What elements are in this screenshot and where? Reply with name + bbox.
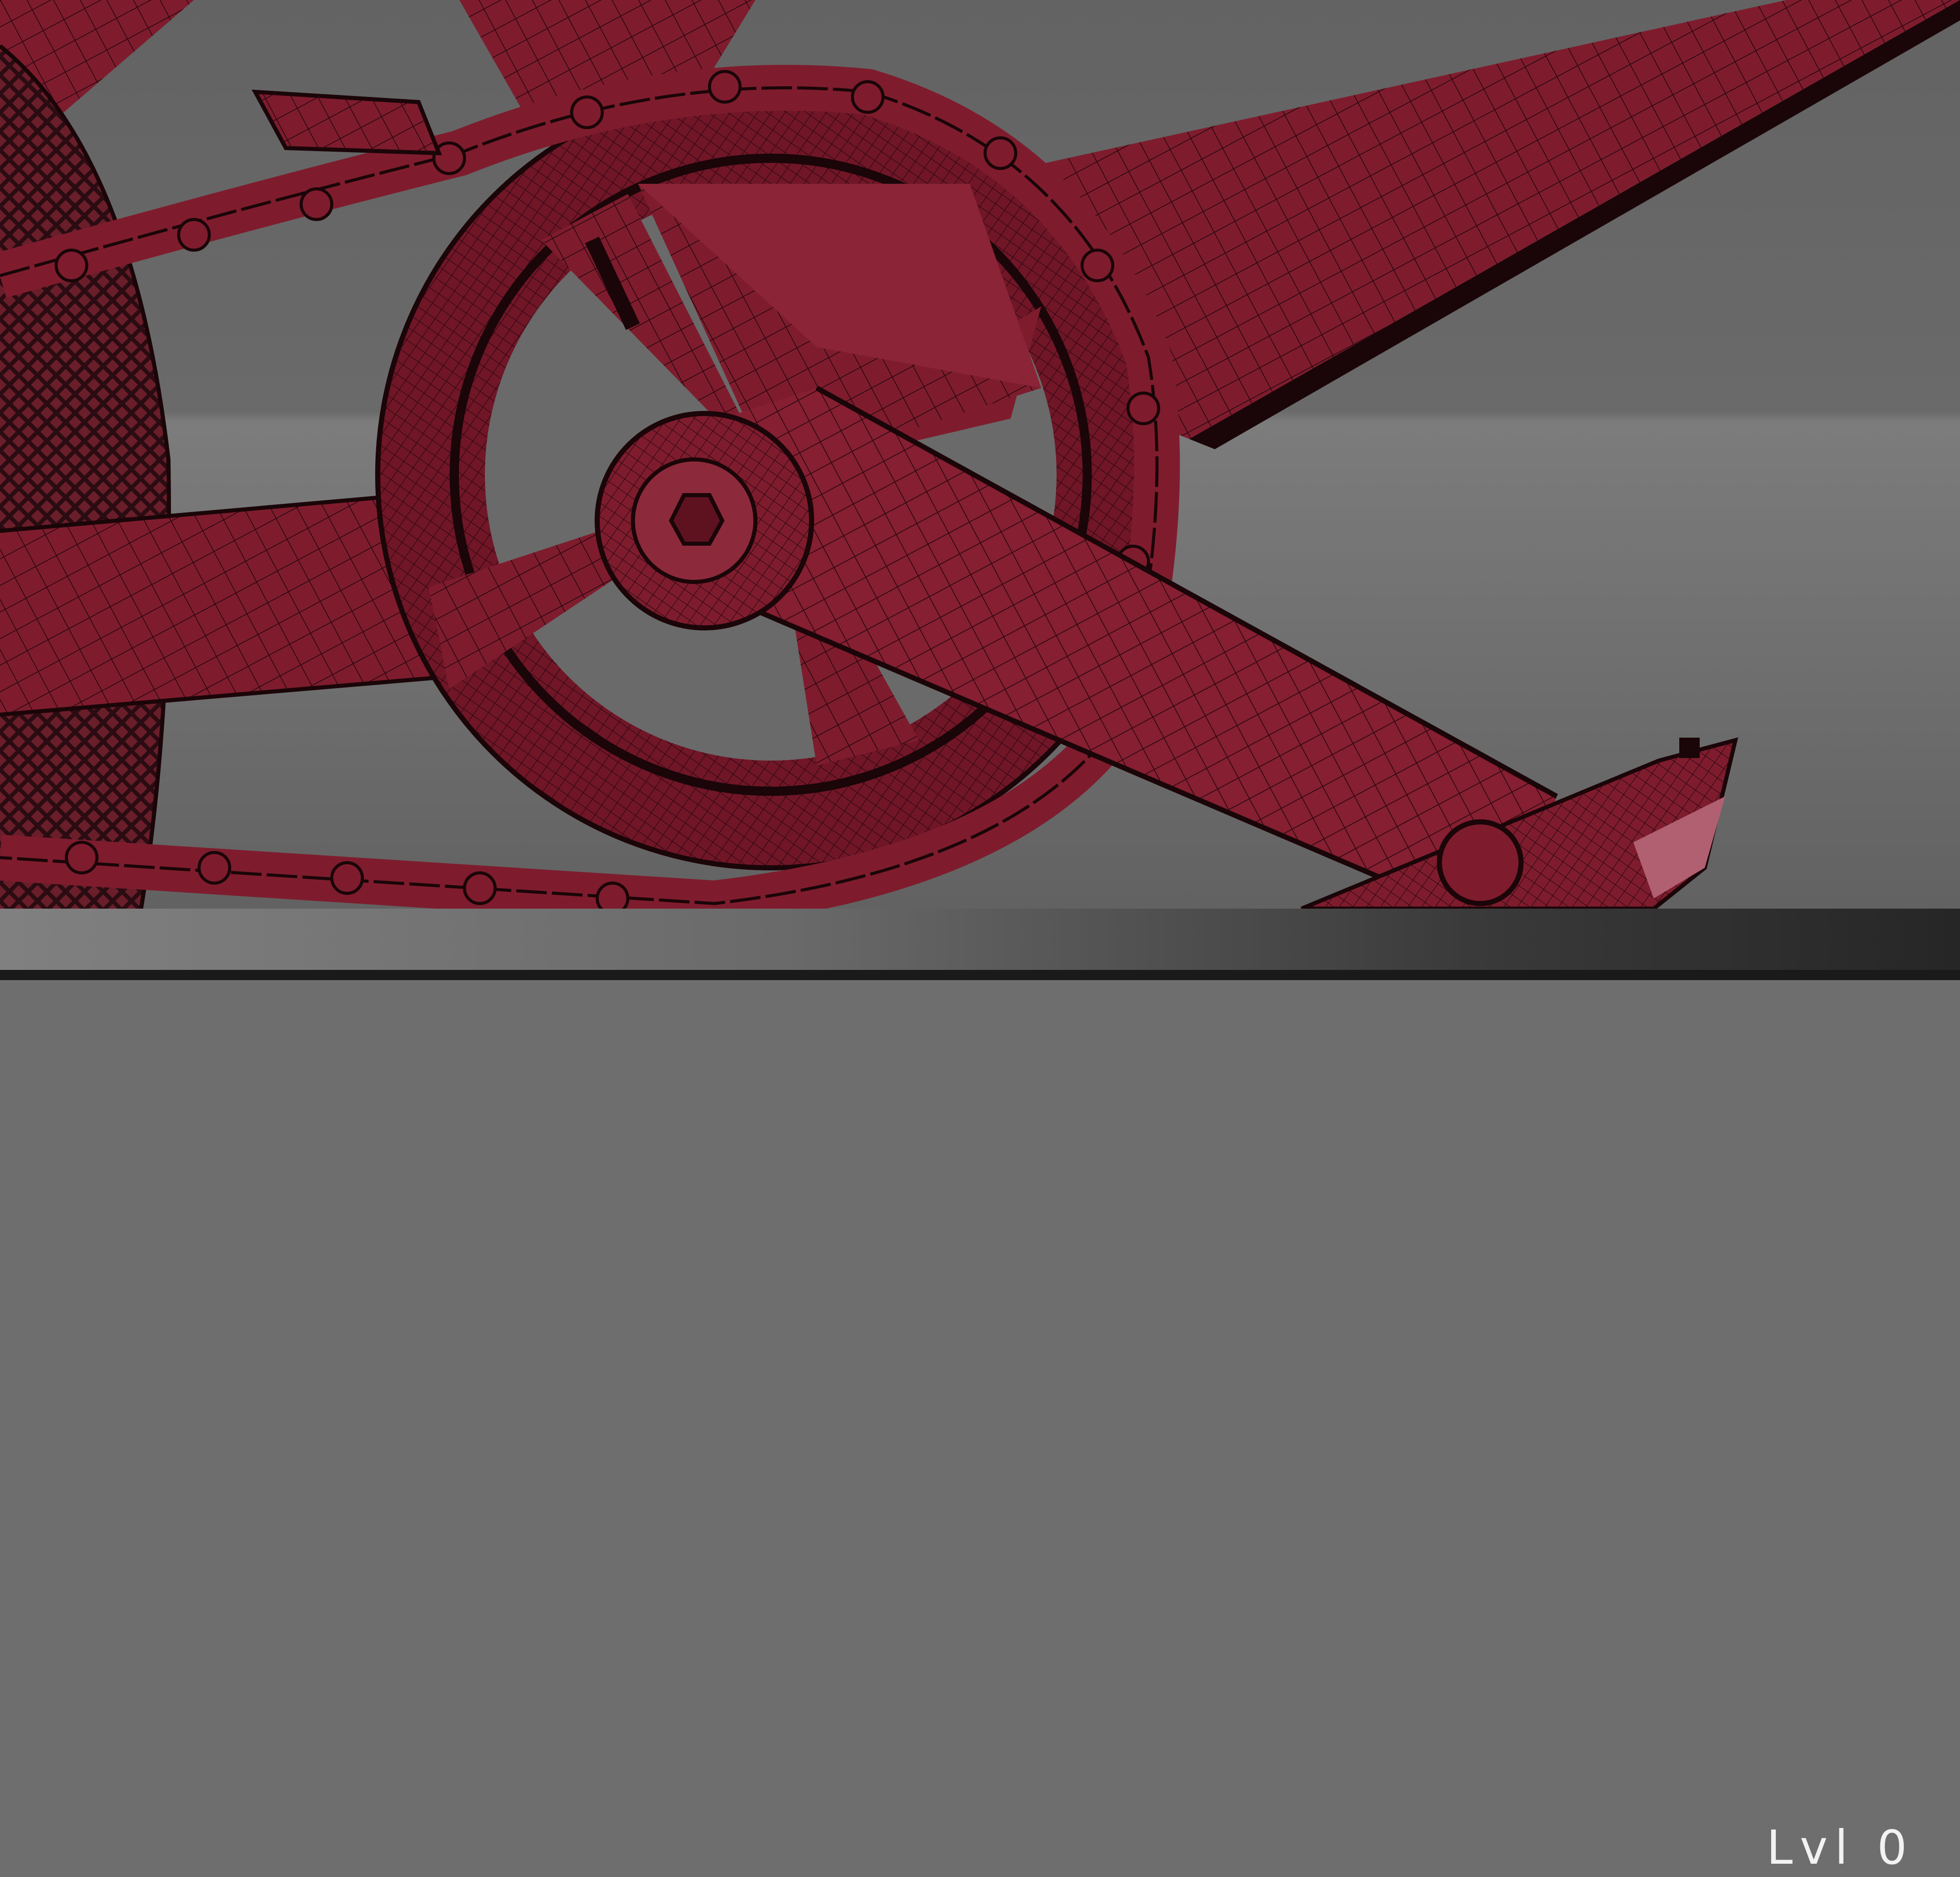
rear-pedal: [252, 89, 442, 156]
wireframe-render: [0, 0, 1960, 980]
lod-status-bar: Lvl 0: [0, 909, 1960, 1875]
lod-level-label: Lvl 0: [1766, 1820, 1914, 1875]
3d-viewport[interactable]: [0, 0, 1960, 980]
status-bar-edge: [0, 970, 1960, 980]
crank-spindle: [595, 411, 814, 630]
